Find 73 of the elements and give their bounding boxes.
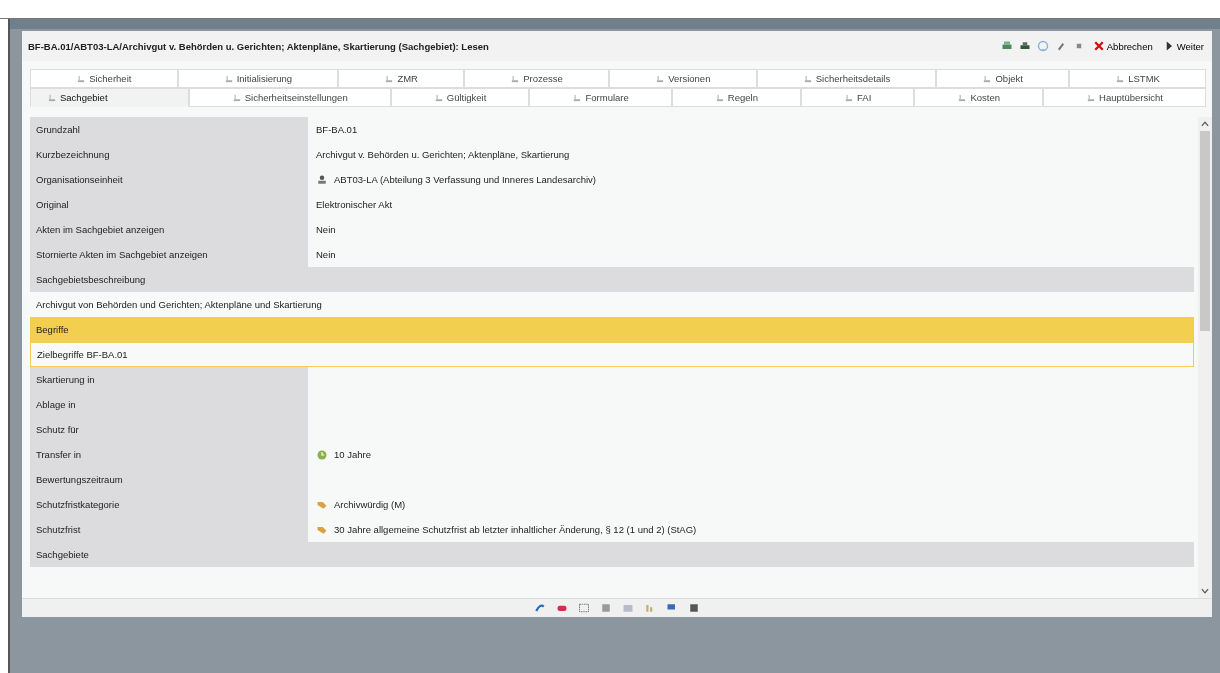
field-label: Akten im Sachgebiet anzeigen [30,217,308,242]
tab[interactable]: Prozesse [464,69,609,88]
tab[interactable]: Regeln [671,88,801,107]
field-label: Schutzfrist [30,517,308,542]
tab-icon [384,73,395,84]
tab[interactable]: Sachgebiet [30,88,189,107]
field-label: Kurzbezeichnung [30,142,308,167]
tab[interactable]: Sicherheit [30,69,178,88]
next-button[interactable]: Weiter [1160,38,1206,54]
tab-icon [957,92,968,103]
window-title: BF-BA.01/ABT03-LA/Archivgut v. Behörden u. Gerichten; Aktenpläne, Skartierung (Sachgebiet): Lesen [28,40,489,52]
tab[interactable]: Versionen [609,69,757,88]
field-value: 30 Jahre allgemeine Schutzfrist ab letzter inhaltlicher Änderung, § 12 (1 und 2) (StAG) [334,524,697,535]
field-value: Nein [316,224,336,235]
tab-icon [223,73,234,84]
scroll-down-icon[interactable] [1200,586,1210,596]
tab-icon [433,92,444,103]
field-label: Bewertungszeitraum [30,467,308,492]
tab[interactable]: LSTMK [1069,69,1207,88]
field-label: Transfer in [30,442,308,467]
tab[interactable]: Sicherheitsdetails [756,69,937,88]
tab[interactable]: Hauptübersicht [1043,88,1207,107]
tab-icon [510,73,521,84]
help-icon[interactable] [1036,40,1049,52]
scrollbar[interactable] [1198,117,1212,598]
field-label: Schutz für [30,417,308,442]
field-label: Organisationseinheit [30,167,308,192]
tab-icon [1086,92,1097,103]
field-value: BF-BA.01 [316,124,358,135]
tab[interactable]: Initialisierung [177,69,339,88]
grid-icon[interactable] [578,602,590,614]
tab-icon [982,73,993,84]
scroll-thumb[interactable] [1200,131,1210,331]
field-label: Grundzahl [30,117,308,142]
tab-icon [802,73,813,84]
tab-icon [231,92,242,103]
section-header[interactable]: Sachgebietsbeschreibung [30,267,1194,292]
link-icon[interactable] [534,602,546,614]
tab-icon [844,92,855,103]
field-label: Original [30,192,308,217]
field-value: 10 Jahre [334,449,371,460]
tab-icon [76,73,87,84]
tab-icon [572,92,583,103]
section-header[interactable]: Begriffe [30,317,1194,342]
close-icon [1092,40,1105,52]
field-value: Elektronischer Akt [316,199,393,210]
field-label: Skartierung in [30,367,308,392]
tab[interactable]: ZMR [338,69,465,88]
field-value: Archivwürdig (M) [334,499,406,510]
tab-icon [1115,73,1126,84]
tab[interactable]: Kosten [914,88,1044,107]
tab[interactable]: Sicherheitseinstellungen [188,88,391,107]
tab[interactable]: Formulare [529,88,672,107]
printer-icon[interactable] [1018,40,1031,52]
cancel-button[interactable]: Abbrechen [1090,38,1155,54]
clock-icon [316,448,328,461]
tab-icon [47,92,57,103]
tab[interactable]: Objekt [936,69,1070,88]
field-value: ABT03-LA (Abteilung 3 Verfassung und Inneres Landesarchiv) [334,174,596,185]
field-value: Nein [316,249,336,260]
printer-icon[interactable] [1000,40,1013,52]
field-value: Archivgut v. Behörden u. Gerichten; Aktenpläne, Skartierung [316,149,570,160]
section-header[interactable]: Sachgebiete [30,542,1194,567]
field-label: Schutzfristkategorie [30,492,308,517]
description-text: Zielbegriffe BF-BA.01 [30,342,1194,367]
tab[interactable]: Gültigkeit [390,88,530,107]
scroll-up-icon[interactable] [1200,119,1210,129]
person-icon [316,173,328,186]
tab-icon [655,73,666,84]
field-label: Ablage in [30,392,308,417]
tab-icon [714,92,725,103]
tab[interactable]: FAI [801,88,915,107]
field-label: Stornierte Akten im Sachgebiet anzeigen [30,242,308,267]
